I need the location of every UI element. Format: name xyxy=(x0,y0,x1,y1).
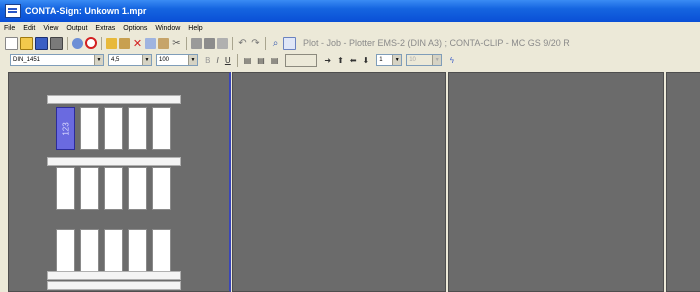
arrow-up-icon[interactable]: ⬆ xyxy=(337,56,344,65)
arrow-left-icon[interactable]: ⬅ xyxy=(350,56,357,65)
toolbar-separator xyxy=(101,36,102,50)
redo-icon[interactable]: ↷ xyxy=(250,38,261,49)
label-preview-pane[interactable]: 123 xyxy=(8,72,231,292)
help-icon[interactable] xyxy=(283,36,296,50)
edit-icon[interactable] xyxy=(106,37,117,49)
align-center-icon[interactable]: ▤ xyxy=(257,56,265,65)
lightning-icon[interactable]: ϟ xyxy=(449,56,454,65)
print-icon[interactable] xyxy=(72,37,83,49)
plot-job-status: Plot - Job - Plotter EMS-2 (DIN A3) ; CO… xyxy=(303,38,570,48)
rail xyxy=(47,157,181,166)
align-right-icon[interactable]: ▤ xyxy=(271,56,279,65)
marker-block[interactable] xyxy=(80,229,99,272)
new-file-icon[interactable] xyxy=(5,36,18,50)
marker-block[interactable] xyxy=(152,229,171,272)
format-toolbar: DIN_1451 ▼ 4,5 ▼ 100 ▼ B I U ▤ ▤ ▤ ➜ ⬆ ⬅… xyxy=(0,52,700,68)
marker-block[interactable] xyxy=(80,107,99,150)
page2-value: 10 xyxy=(409,57,416,63)
rail xyxy=(47,271,181,280)
align-left-icon[interactable]: ▤ xyxy=(244,56,252,65)
marker-block[interactable] xyxy=(128,107,147,150)
page2-select[interactable]: 10 ▼ xyxy=(406,54,443,66)
edit-text-icon[interactable] xyxy=(119,37,130,49)
undo-icon[interactable]: ↶ xyxy=(237,38,248,49)
page-pane[interactable] xyxy=(232,72,446,292)
marker-block[interactable] xyxy=(56,229,75,272)
menu-window[interactable]: Window xyxy=(151,25,184,32)
toolbar-separator xyxy=(232,36,233,50)
marker-block[interactable] xyxy=(104,107,123,150)
chevron-down-icon[interactable]: ▼ xyxy=(94,55,103,65)
rail xyxy=(47,95,181,104)
marker-block[interactable] xyxy=(104,167,123,210)
title-bar: CONTA-Sign: Unkown 1.mpr xyxy=(0,0,700,22)
menu-edit[interactable]: Edit xyxy=(19,25,39,32)
marker-block[interactable] xyxy=(128,229,147,272)
delete-icon[interactable]: ✕ xyxy=(132,38,143,49)
color-field[interactable] xyxy=(285,53,318,67)
copy-icon[interactable] xyxy=(145,37,156,49)
font-select-value: DIN_1451 xyxy=(13,57,41,63)
page-select[interactable]: 1 ▼ xyxy=(376,54,403,66)
marker-block[interactable] xyxy=(56,167,75,210)
chevron-down-icon[interactable]: ▼ xyxy=(142,55,151,65)
italic-icon[interactable]: I xyxy=(217,56,219,65)
zoom-select[interactable]: 100 ▼ xyxy=(156,54,198,66)
zoom-value: 100 xyxy=(159,57,170,63)
rail xyxy=(47,281,181,290)
chevron-down-icon[interactable]: ▼ xyxy=(432,55,442,65)
underline-icon[interactable]: U xyxy=(225,56,231,65)
menu-bar: File Edit View Output Extras Options Win… xyxy=(0,22,700,34)
print-setup-icon[interactable] xyxy=(50,36,63,50)
workspace: 123 xyxy=(0,68,700,292)
window-title: CONTA-Sign: Unkown 1.mpr xyxy=(25,6,147,16)
main-toolbar: ✕ ✂ ↶ ↷ ⌕ Plot - Job - Plotter EMS-2 (DI… xyxy=(0,34,700,53)
stop-icon[interactable] xyxy=(85,37,97,49)
paste-icon[interactable] xyxy=(158,37,169,49)
menu-file[interactable]: File xyxy=(0,25,19,32)
bold-icon[interactable]: B xyxy=(205,56,211,65)
font-size-select[interactable]: 4,5 ▼ xyxy=(108,54,152,66)
marker-block[interactable] xyxy=(152,167,171,210)
grid-icon[interactable] xyxy=(191,37,202,49)
trash-icon[interactable] xyxy=(217,37,228,49)
marker-block[interactable] xyxy=(152,107,171,150)
arrow-right-icon[interactable]: ➜ xyxy=(324,56,331,65)
page-value: 1 xyxy=(379,57,383,63)
selected-marker-block[interactable]: 123 xyxy=(56,107,75,150)
toolbar-separator xyxy=(236,53,238,67)
table-icon[interactable] xyxy=(204,37,215,49)
marker-block[interactable] xyxy=(104,229,123,272)
page-pane[interactable] xyxy=(666,72,700,292)
font-select[interactable]: DIN_1451 ▼ xyxy=(10,54,104,66)
marker-block[interactable] xyxy=(128,167,147,210)
chevron-down-icon[interactable]: ▼ xyxy=(392,55,402,65)
marker-block[interactable] xyxy=(80,167,99,210)
toolbar-separator xyxy=(186,36,187,50)
toolbar-separator xyxy=(265,36,266,50)
menu-output[interactable]: Output xyxy=(62,25,91,32)
save-icon[interactable] xyxy=(35,36,48,50)
toolbar-separator xyxy=(67,36,68,50)
zoom-icon[interactable]: ⌕ xyxy=(270,38,281,49)
cut-icon[interactable]: ✂ xyxy=(171,38,182,49)
chevron-down-icon[interactable]: ▼ xyxy=(188,55,197,65)
app-icon xyxy=(5,4,21,18)
open-folder-icon[interactable] xyxy=(20,36,33,50)
menu-options[interactable]: Options xyxy=(119,25,151,32)
font-size-value: 4,5 xyxy=(111,57,120,63)
menu-extras[interactable]: Extras xyxy=(91,25,119,32)
page-pane[interactable] xyxy=(448,72,664,292)
selected-block-label: 123 xyxy=(61,121,70,136)
menu-help[interactable]: Help xyxy=(184,25,206,32)
menu-view[interactable]: View xyxy=(39,25,62,32)
arrow-down-icon[interactable]: ⬇ xyxy=(363,56,370,65)
